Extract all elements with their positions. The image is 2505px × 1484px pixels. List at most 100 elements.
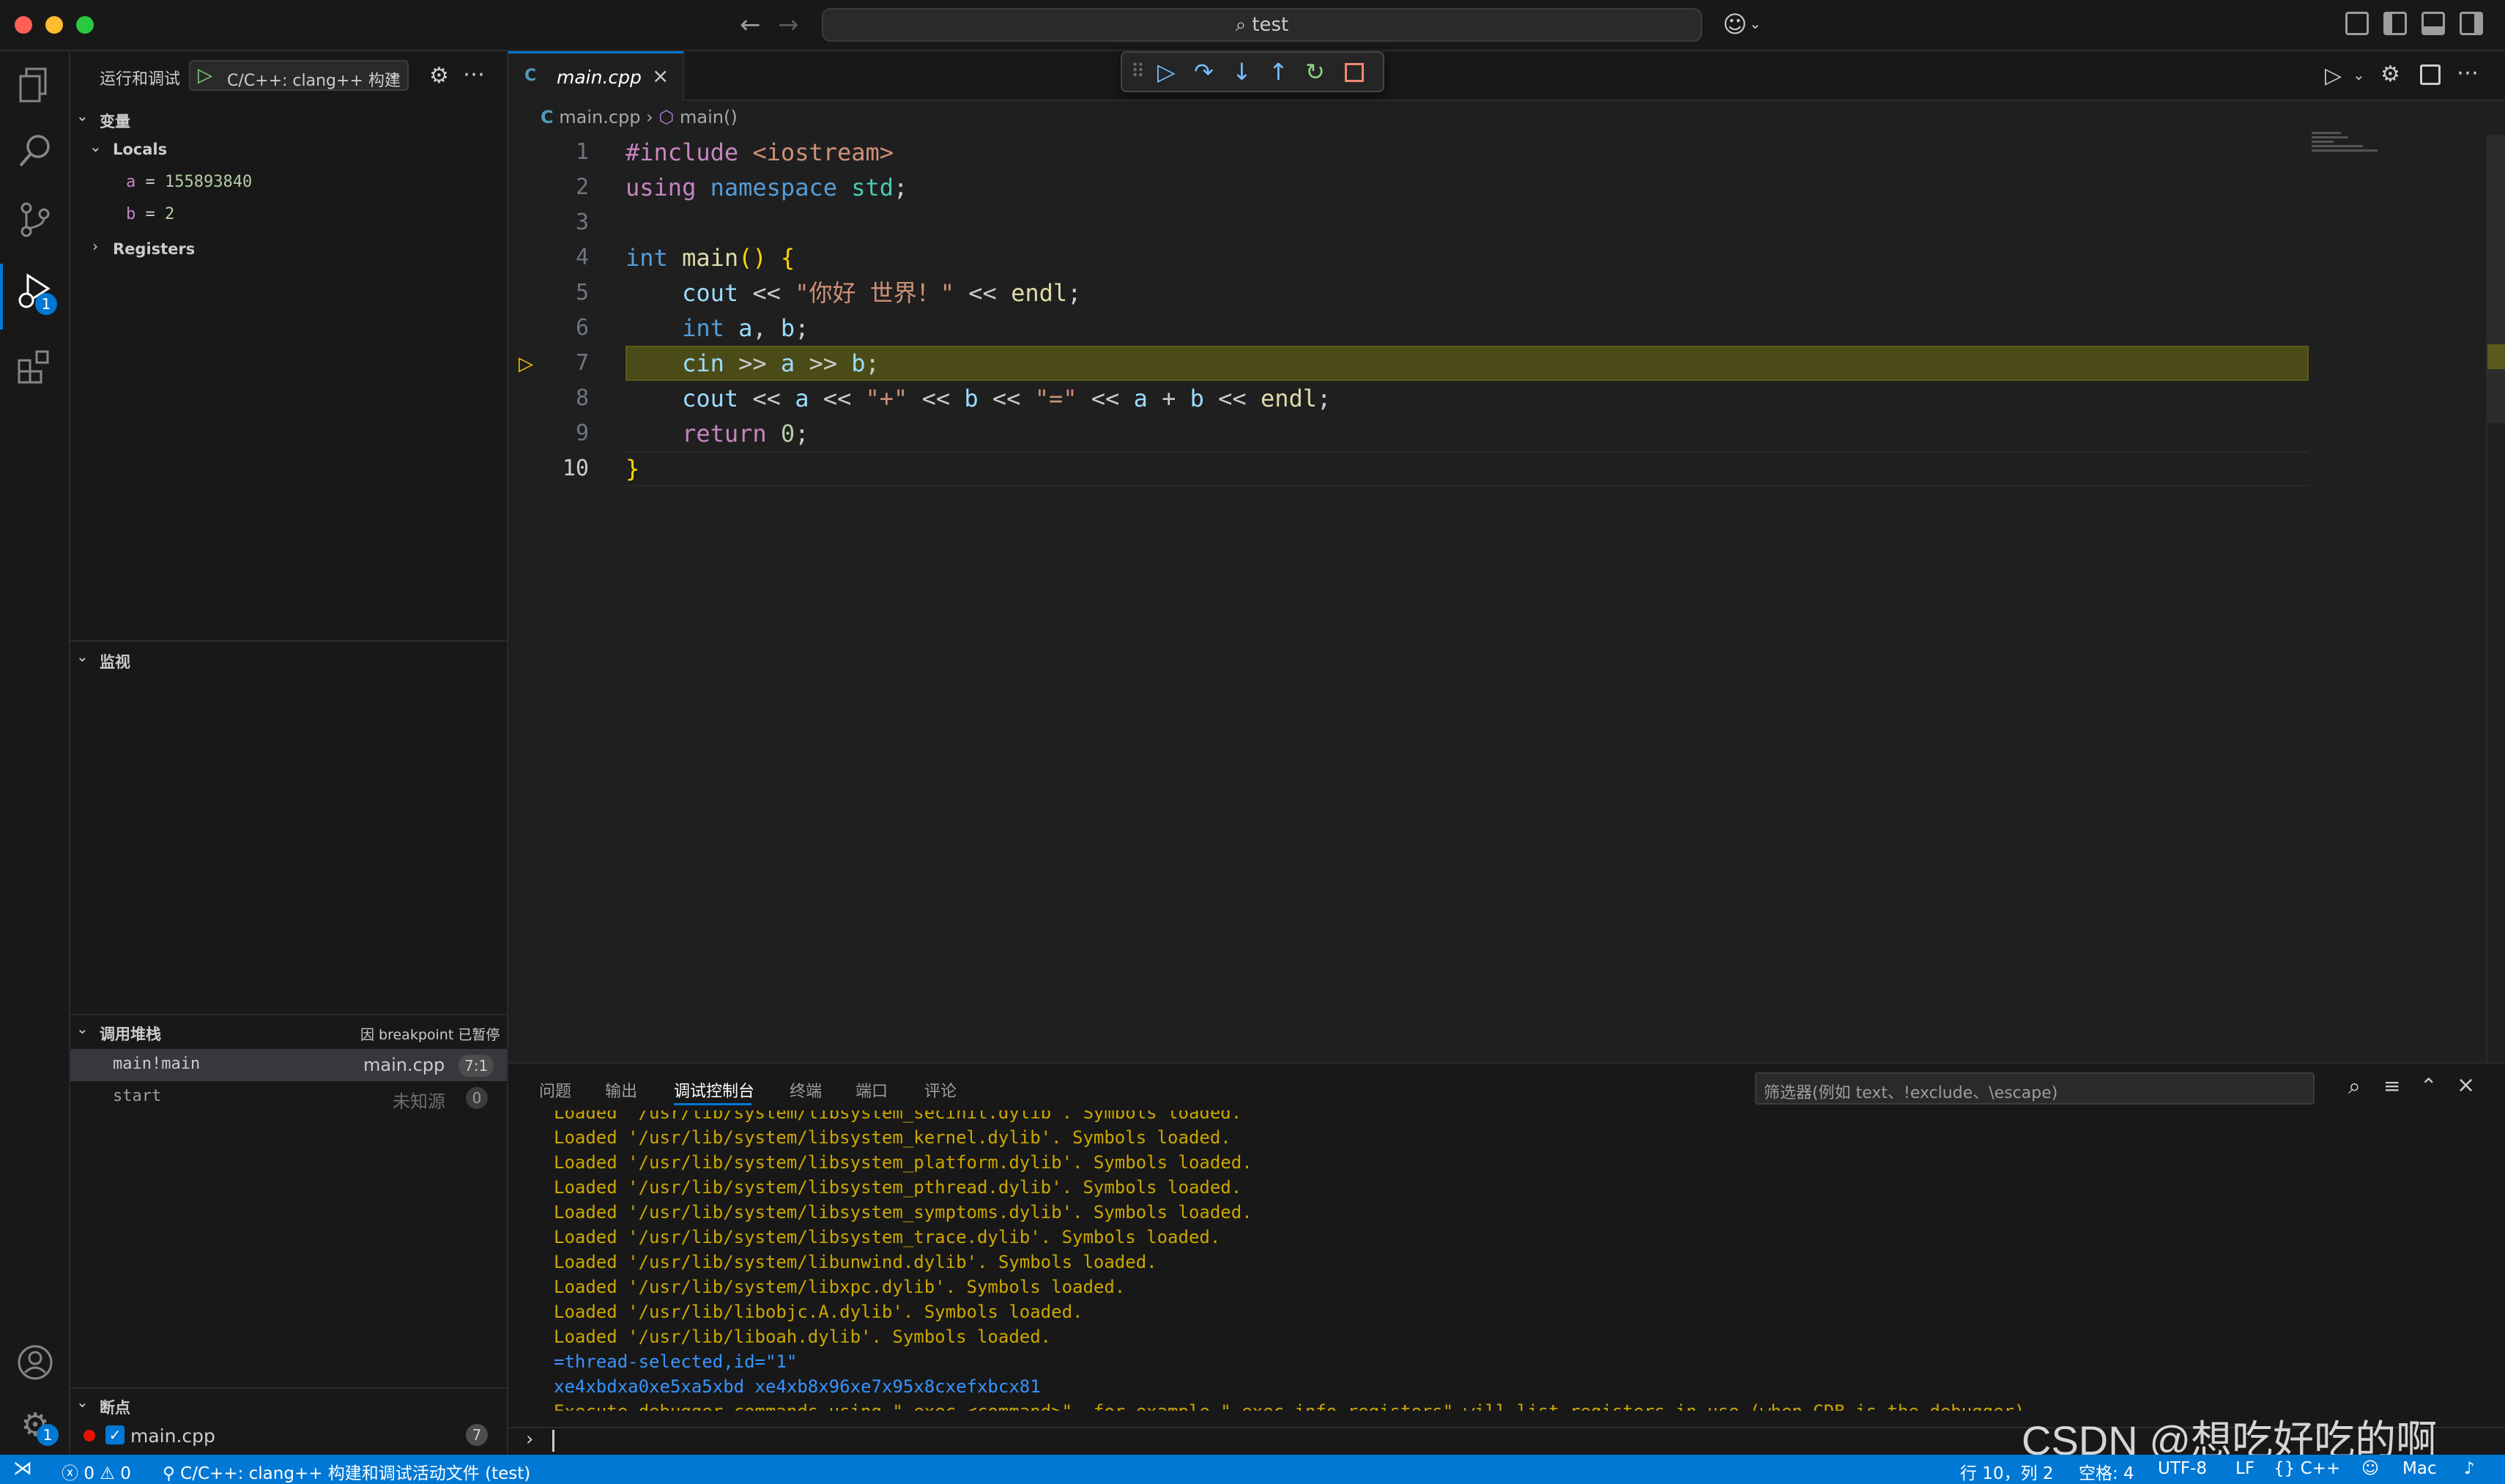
minimap[interactable]: [2312, 132, 2400, 161]
run-file-icon[interactable]: ▷: [2325, 63, 2342, 89]
remote-icon[interactable]: ⋊: [13, 1458, 32, 1480]
customize-layout-icon[interactable]: [2345, 12, 2369, 35]
tab-comments[interactable]: 评论: [924, 1078, 957, 1102]
watch-chevron-down-icon[interactable]: ⌄: [76, 648, 89, 665]
breakpoint-enabled-checkbox[interactable]: ✓: [105, 1425, 125, 1444]
copilot-icon[interactable]: ☺: [1723, 10, 1747, 38]
debug-settings-gear-icon[interactable]: ⚙: [2380, 62, 2400, 87]
settings-badge: 1: [37, 1424, 59, 1446]
run-debug-icon[interactable]: 1: [16, 271, 57, 315]
indentation-status[interactable]: 空格: 4: [2079, 1459, 2134, 1484]
manage-gear-icon[interactable]: ⚙ 1: [16, 1406, 59, 1446]
step-out-icon[interactable]: ↑: [1269, 59, 1288, 85]
cursor-position[interactable]: 行 10，列 2: [1960, 1459, 2054, 1484]
forward-arrow-icon[interactable]: →: [778, 10, 799, 40]
step-into-icon[interactable]: ↓: [1232, 59, 1252, 85]
braces-icon: {}: [2274, 1459, 2296, 1478]
callstack-chevron-down-icon[interactable]: ⌄: [76, 1020, 89, 1037]
stop-icon[interactable]: [1345, 63, 1364, 82]
breakpoints-section-header[interactable]: 断点: [100, 1396, 130, 1418]
extensions-icon[interactable]: [16, 347, 54, 385]
line-number: 2: [575, 174, 589, 200]
callstack-status: 因 breakpoint 已暂停: [360, 1027, 500, 1043]
close-tab-icon[interactable]: ×: [652, 64, 669, 88]
variables-section-header[interactable]: 变量: [100, 110, 130, 132]
more-actions-icon[interactable]: ⋯: [463, 62, 485, 87]
debug-console-output[interactable]: Loaded '/usr/lib/system/libsystem_secini…: [508, 1110, 2505, 1411]
open-launch-json-gear-icon[interactable]: ⚙: [429, 63, 449, 89]
toggle-secondary-sidebar-icon[interactable]: [2460, 12, 2483, 35]
stack-frame-row[interactable]: start 未知源 0: [70, 1081, 507, 1113]
back-arrow-icon[interactable]: ←: [740, 10, 761, 40]
toggle-panel-icon[interactable]: [2422, 12, 2445, 35]
console-filter-input[interactable]: 筛选器(例如 text、!exclude、\escape): [1755, 1072, 2315, 1105]
console-line: Loaded '/usr/lib/system/libsystem_platfo…: [554, 1152, 1252, 1173]
encoding-status[interactable]: UTF-8: [2158, 1459, 2207, 1478]
breakpoints-chevron-down-icon[interactable]: ⌄: [76, 1393, 89, 1411]
line-number: 3: [575, 209, 589, 235]
minimize-window-button[interactable]: [45, 16, 63, 34]
warning-count: 0: [120, 1464, 131, 1483]
restart-icon[interactable]: ↻: [1305, 59, 1325, 85]
stack-frame-position: 0: [466, 1087, 488, 1109]
cpp-file-icon: C: [524, 67, 537, 85]
breadcrumb: C main.cpp › ⬡ main(): [541, 107, 738, 127]
tab-terminal[interactable]: 终端: [790, 1078, 822, 1102]
tab-main-cpp[interactable]: C main.cpp ×: [508, 51, 684, 101]
repl-input[interactable]: [552, 1430, 554, 1452]
breadcrumb-file[interactable]: main.cpp: [559, 107, 640, 127]
watch-section-header[interactable]: 监视: [100, 650, 130, 672]
problems-status[interactable]: ⓧ 0 ⚠ 0: [62, 1459, 131, 1484]
copilot-chevron-icon[interactable]: ⌄: [1749, 15, 1762, 32]
close-window-button[interactable]: [15, 16, 32, 34]
copilot-status-icon[interactable]: ☺: [2361, 1459, 2379, 1478]
source-control-icon[interactable]: [16, 201, 54, 239]
run-chevron-down-icon[interactable]: ⌄: [2353, 66, 2365, 84]
debug-config-select[interactable]: ▷ C/C++: clang++ 构建 ⌄: [189, 60, 409, 91]
language-mode[interactable]: {} C++: [2274, 1459, 2340, 1478]
notifications-bell-icon[interactable]: ♪: [2464, 1459, 2475, 1478]
start-debugging-icon[interactable]: ▷: [198, 64, 212, 86]
section-divider: [70, 1387, 508, 1389]
filter-placeholder: 筛选器(例如 text、!exclude、\escape): [1764, 1084, 2058, 1102]
locals-chevron-down-icon[interactable]: ⌄: [89, 138, 102, 155]
breadcrumb-symbol[interactable]: main(): [680, 107, 738, 127]
current-statement-breakpoint-icon[interactable]: ▷: [519, 353, 533, 375]
filter-search-icon[interactable]: ⌕: [2348, 1074, 2361, 1099]
locals-scope[interactable]: Locals: [113, 141, 167, 158]
platform-status[interactable]: Mac: [2402, 1459, 2437, 1478]
explorer-icon[interactable]: [16, 66, 54, 104]
stack-frame-row[interactable]: main!main main.cpp 7:1: [70, 1049, 507, 1081]
variable-row[interactable]: a = 155893840: [126, 173, 252, 191]
toggle-primary-sidebar-icon[interactable]: [2383, 12, 2407, 35]
command-center-search[interactable]: ⌕ test: [822, 8, 1702, 42]
split-editor-icon[interactable]: [2420, 64, 2441, 85]
eol-status[interactable]: LF: [2235, 1459, 2254, 1478]
close-panel-icon[interactable]: ×: [2457, 1072, 2475, 1098]
search-icon[interactable]: [16, 132, 54, 170]
debug-status[interactable]: ⚲ C/C++: clang++ 构建和调试活动文件 (test): [163, 1459, 530, 1484]
accounts-icon[interactable]: [16, 1343, 54, 1381]
variable-row[interactable]: b = 2: [126, 205, 174, 223]
clear-console-icon[interactable]: ≡: [2383, 1074, 2400, 1098]
breakpoint-file[interactable]: main.cpp: [130, 1425, 215, 1447]
tab-ports[interactable]: 端口: [856, 1078, 888, 1102]
error-icon: ⓧ: [62, 1464, 78, 1483]
registers-scope[interactable]: Registers: [113, 240, 195, 258]
callstack-section-header[interactable]: 调用堆栈: [100, 1023, 161, 1045]
variable-value: 155893840: [165, 173, 253, 191]
variables-chevron-down-icon[interactable]: ⌄: [76, 107, 89, 125]
zoom-window-button[interactable]: [76, 16, 94, 34]
registers-chevron-right-icon[interactable]: ›: [92, 237, 98, 255]
editor-more-actions-icon[interactable]: ⋯: [2457, 60, 2479, 86]
drag-handle-icon[interactable]: ⠿: [1131, 59, 1145, 85]
editor-scrollbar[interactable]: [2486, 135, 2505, 1062]
tab-problems[interactable]: 问题: [539, 1078, 571, 1102]
tab-debug-console[interactable]: 调试控制台: [674, 1078, 754, 1102]
console-line: Loaded '/usr/lib/system/libsystem_sympto…: [554, 1202, 1252, 1223]
section-divider: [70, 1014, 508, 1015]
step-over-icon[interactable]: ↷: [1194, 59, 1214, 85]
tab-output[interactable]: 输出: [605, 1078, 637, 1102]
maximize-panel-icon[interactable]: ⌃: [2420, 1074, 2437, 1098]
continue-icon[interactable]: ▷: [1157, 59, 1176, 85]
